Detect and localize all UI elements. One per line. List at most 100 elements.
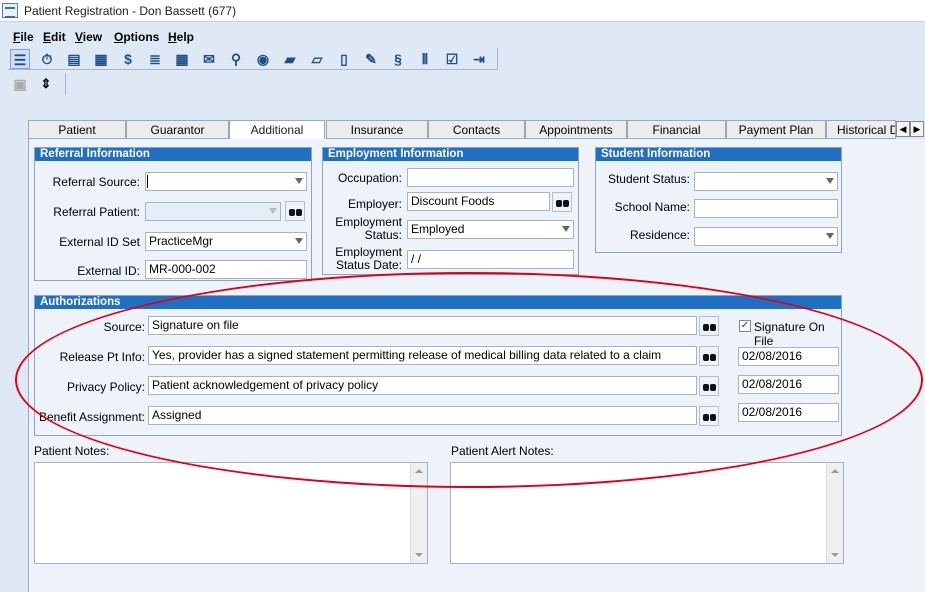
patient-notes-scrollbar[interactable] <box>410 463 427 563</box>
tab-insurance[interactable]: Insurance <box>326 120 428 139</box>
folder-open-icon[interactable]: ▱ <box>307 49 327 69</box>
tab-payment-plan[interactable]: Payment Plan <box>726 120 826 139</box>
referral-patient-label: Referral Patient: <box>53 205 140 219</box>
chevron-down-icon <box>269 208 277 214</box>
tab-contacts[interactable]: Contacts <box>428 120 525 139</box>
school-name-input[interactable] <box>694 199 838 218</box>
stopwatch-icon[interactable]: ⏱ <box>37 49 57 69</box>
employer-input[interactable]: Discount Foods <box>407 192 550 211</box>
benefit-assignment-input[interactable]: Assigned <box>148 406 697 425</box>
benefit-assignment-date[interactable]: 02/08/2016 <box>738 403 839 422</box>
employment-status-label: Employment Status: <box>335 215 402 242</box>
chevron-down-icon <box>826 233 834 239</box>
residence-select[interactable] <box>694 227 838 246</box>
scroll-up-icon[interactable] <box>415 469 423 473</box>
wrench-icon[interactable]: ✎ <box>361 49 381 69</box>
patient-notes-label: Patient Notes: <box>34 444 110 458</box>
occupation-input[interactable] <box>407 168 574 187</box>
employment-status-date-input[interactable]: / / <box>407 250 574 269</box>
envelope-money-icon[interactable]: ✉ <box>199 49 219 69</box>
invoice-icon[interactable]: ≣ <box>145 49 165 69</box>
patient-alert-notes-scrollbar[interactable] <box>826 463 843 563</box>
external-id-set-label: External ID Set <box>59 235 140 249</box>
auth-source-label: Source: <box>103 320 145 334</box>
external-id-input[interactable]: MR-000-002 <box>145 260 307 279</box>
scroll-down-icon[interactable] <box>415 553 423 557</box>
residence-label: Residence: <box>629 228 690 242</box>
money-doc-icon[interactable]: § <box>388 49 408 69</box>
privacy-policy-input[interactable]: Patient acknowledgement of privacy polic… <box>148 376 697 395</box>
card-icon[interactable]: ▤ <box>64 49 84 69</box>
main-toolbar: ☰ ⏱ ▤ ▦ $ ≣ ▦ ✉ ⚲ ◉ ▰ ▱ ▯ ✎ § ⫴ ☑ ⇥ <box>8 48 498 70</box>
resize-vertical-icon[interactable]: ⇕ <box>36 74 56 94</box>
calculator-icon[interactable]: ▦ <box>172 49 192 69</box>
referral-header: Referral Information <box>35 148 311 161</box>
exit-icon[interactable]: ⇥ <box>469 49 489 69</box>
release-pt-info-label: Release Pt Info: <box>59 350 145 364</box>
tab-scroll-right-icon[interactable]: ▶ <box>910 121 924 137</box>
tab-patient[interactable]: Patient <box>28 120 126 139</box>
signature-on-file-label: Signature On File <box>754 320 825 348</box>
tab-appointments[interactable]: Appointments <box>525 120 627 139</box>
dollar-icon[interactable]: $ <box>118 49 138 69</box>
patient-notes-textarea[interactable] <box>34 462 428 564</box>
patient-alert-notes-textarea[interactable] <box>450 462 844 564</box>
tab-scroll-left-icon[interactable]: ◀ <box>896 121 910 137</box>
employer-search-icon[interactable] <box>552 192 572 212</box>
scroll-up-icon[interactable] <box>831 469 839 473</box>
chevron-down-icon <box>826 178 834 184</box>
external-id-set-select[interactable]: PracticeMgr <box>145 232 307 251</box>
privacy-policy-search-icon[interactable] <box>699 376 719 396</box>
authorizations-header: Authorizations <box>35 296 841 309</box>
release-pt-info-input[interactable]: Yes, provider has a signed statement per… <box>148 346 697 365</box>
tab-historical[interactable]: Historical D <box>826 120 896 139</box>
external-id-label: External ID: <box>77 264 140 278</box>
student-group: Student Information Student Status: Scho… <box>595 147 842 253</box>
title-bar: Patient Registration - Don Bassett (677) <box>0 0 925 22</box>
student-status-label: Student Status: <box>607 172 690 186</box>
chevron-down-icon <box>295 238 303 244</box>
tab-bar: Patient Guarantor Additional Insurance C… <box>28 120 925 140</box>
referral-patient-select[interactable] <box>145 202 281 221</box>
menu-edit[interactable]: Edit <box>43 30 66 44</box>
student-status-select[interactable] <box>694 172 838 191</box>
menu-help[interactable]: Help <box>168 30 194 44</box>
document-icon[interactable]: ▯ <box>334 49 354 69</box>
release-pt-info-date[interactable]: 02/08/2016 <box>738 347 839 366</box>
coin-icon[interactable]: ◉ <box>253 49 273 69</box>
search-money-icon[interactable]: ⚲ <box>226 49 246 69</box>
referral-source-select[interactable] <box>145 172 307 191</box>
menu-file[interactable]: File <box>13 30 34 44</box>
patient-alert-notes-label: Patient Alert Notes: <box>451 444 554 458</box>
referral-patient-search-icon[interactable] <box>285 201 305 221</box>
menu-view[interactable]: View <box>75 30 102 44</box>
release-pt-info-search-icon[interactable] <box>699 346 719 366</box>
referral-source-label: Referral Source: <box>52 175 140 189</box>
tab-additional[interactable]: Additional <box>229 120 325 140</box>
menu-options[interactable]: Options <box>114 30 159 44</box>
occupation-label: Occupation: <box>337 171 402 185</box>
authorizations-group: Authorizations Source: Signature on file… <box>34 295 842 436</box>
secondary-toolbar: ▣ ⇕ <box>8 73 66 95</box>
chart-money-icon[interactable]: ⫴ <box>415 49 435 69</box>
employment-status-select[interactable]: Employed <box>407 220 574 239</box>
tab-financial[interactable]: Financial <box>627 120 726 139</box>
disabled-tool-icon: ▣ <box>13 76 27 92</box>
scroll-down-icon[interactable] <box>831 553 839 557</box>
list-icon[interactable]: ☰ <box>10 49 30 69</box>
auth-source-search-icon[interactable] <box>699 316 719 336</box>
privacy-policy-date[interactable]: 02/08/2016 <box>738 375 839 394</box>
folder-icon[interactable]: ▰ <box>280 49 300 69</box>
student-header: Student Information <box>596 148 841 161</box>
employment-header: Employment Information <box>323 148 578 161</box>
app-icon <box>2 3 18 18</box>
signature-on-file-checkbox[interactable]: ✓ <box>739 320 751 332</box>
tab-scroll-arrows: ◀ ▶ <box>896 121 925 137</box>
privacy-policy-label: Privacy Policy: <box>66 380 145 394</box>
auth-source-input[interactable]: Signature on file <box>148 316 697 335</box>
tab-guarantor[interactable]: Guarantor <box>126 120 229 139</box>
checklist-icon[interactable]: ☑ <box>442 49 462 69</box>
calculator-money-icon[interactable]: ▦ <box>91 49 111 69</box>
window-title: Patient Registration - Don Bassett (677) <box>24 4 237 18</box>
benefit-assignment-search-icon[interactable] <box>699 406 719 426</box>
